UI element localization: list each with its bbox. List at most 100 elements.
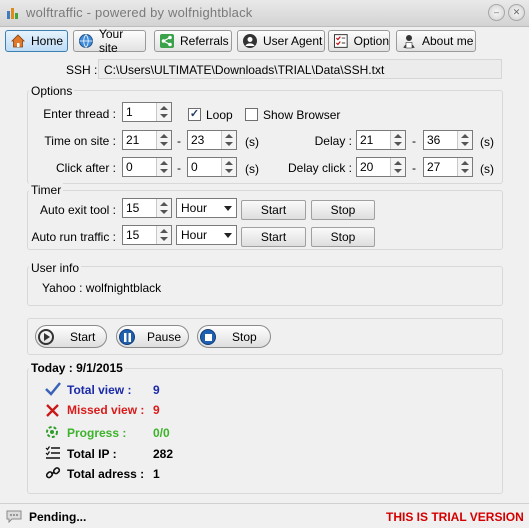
loop-label: Loop — [206, 108, 233, 122]
unit-seconds: (s) — [245, 162, 259, 176]
tab-your-site[interactable]: Your site — [73, 27, 146, 55]
spinner-arrows-icon[interactable] — [156, 158, 171, 176]
show-browser-label: Show Browser — [263, 108, 341, 122]
delay-click-min-spinner[interactable]: 20 — [356, 157, 406, 177]
auto-run-start-button[interactable]: Start — [241, 227, 306, 247]
show-browser-checkbox[interactable] — [245, 108, 258, 121]
spinner-arrows-icon[interactable] — [156, 103, 171, 121]
delay-max-value: 36 — [427, 133, 441, 147]
click-after-min-value: 0 — [126, 160, 133, 174]
total-adress-value: 1 — [153, 467, 160, 481]
total-ip-label: Total IP : — [67, 447, 117, 461]
pause-button[interactable]: Pause — [116, 325, 189, 348]
spinner-arrows-icon[interactable] — [156, 226, 171, 244]
auto-exit-value: 15 — [126, 201, 140, 215]
spinner-arrows-icon[interactable] — [221, 131, 236, 149]
cross-icon — [46, 404, 59, 417]
share-icon — [160, 34, 174, 48]
delay-click-label: Delay click : — [287, 161, 352, 175]
auto-run-label: Auto run traffic : — [31, 230, 117, 244]
total-adress-label: Total adress : — [67, 467, 145, 481]
total-view-label: Total view : — [67, 383, 132, 397]
unit-seconds: (s) — [245, 135, 259, 149]
tab-referrals-label: Referrals — [180, 34, 229, 48]
range-dash: - — [177, 161, 181, 175]
missed-view-label: Missed view : — [67, 403, 145, 417]
spinner-arrows-icon[interactable] — [156, 199, 171, 217]
auto-exit-unit-select[interactable]: Hour — [176, 198, 237, 218]
close-button[interactable]: ✕ — [508, 4, 525, 21]
delay-min-spinner[interactable]: 21 — [356, 130, 406, 150]
auto-exit-start-button[interactable]: Start — [241, 200, 306, 220]
auto-exit-unit-value: Hour — [181, 201, 208, 215]
spinner-arrows-icon[interactable] — [457, 158, 472, 176]
time-on-site-min-spinner[interactable]: 21 — [122, 130, 172, 150]
time-on-site-min-value: 21 — [126, 133, 140, 147]
stop-button-label: Stop — [232, 329, 257, 344]
range-dash: - — [177, 134, 181, 148]
range-dash: - — [412, 134, 416, 148]
ssh-label: SSH : — [66, 63, 98, 77]
spinner-arrows-icon[interactable] — [390, 131, 405, 149]
start-button[interactable]: Start — [35, 325, 107, 348]
tab-home-label: Home — [31, 34, 64, 48]
unit-seconds: (s) — [480, 135, 494, 149]
trial-version-label: THIS IS TRIAL VERSION — [386, 510, 524, 524]
click-after-max-value: 0 — [191, 160, 198, 174]
unit-seconds: (s) — [480, 162, 494, 176]
loop-checkbox[interactable]: ✓ — [188, 108, 201, 121]
total-ip-value: 282 — [153, 447, 174, 461]
spinner-arrows-icon[interactable] — [457, 131, 472, 149]
list-icon — [45, 446, 60, 459]
click-after-max-spinner[interactable]: 0 — [187, 157, 237, 177]
auto-run-value: 15 — [126, 228, 140, 242]
spinner-arrows-icon[interactable] — [156, 131, 171, 149]
today-title: Today : 9/1/2015 — [29, 361, 125, 375]
delay-label: Delay : — [314, 134, 352, 148]
play-icon — [38, 328, 54, 345]
click-after-label: Click after : — [55, 161, 116, 175]
tab-option[interactable]: Option — [328, 30, 390, 52]
spinner-arrows-icon[interactable] — [221, 158, 236, 176]
user-info-title: User info — [29, 261, 82, 275]
auto-exit-label: Auto exit tool : — [39, 203, 116, 217]
auto-exit-stop-button[interactable]: Stop — [311, 200, 375, 220]
enter-thread-value: 1 — [126, 105, 133, 119]
delay-click-min-value: 20 — [360, 160, 374, 174]
enter-thread-spinner[interactable]: 1 — [122, 102, 172, 122]
auto-exit-spinner[interactable]: 15 — [122, 198, 172, 218]
stop-button[interactable]: Stop — [197, 325, 271, 348]
ssh-path-field[interactable]: C:\Users\ULTIMATE\Downloads\TRIAL\Data\S… — [98, 59, 502, 79]
stop-icon — [200, 328, 216, 345]
tab-user-agent[interactable]: User Agent — [237, 30, 325, 52]
delay-max-spinner[interactable]: 36 — [423, 130, 473, 150]
tab-about-me[interactable]: About me — [396, 30, 476, 52]
progress-label: Progress : — [67, 426, 127, 440]
time-on-site-label: Time on site : — [44, 134, 116, 148]
app-logo-icon — [7, 8, 18, 19]
delay-click-max-value: 27 — [427, 160, 441, 174]
person-icon — [403, 35, 415, 49]
progress-value: 0/0 — [153, 426, 170, 440]
progress-icon — [46, 426, 58, 438]
chevron-down-icon — [224, 206, 232, 211]
tab-referrals[interactable]: Referrals — [154, 30, 232, 52]
spinner-arrows-icon[interactable] — [390, 158, 405, 176]
status-text: Pending... — [29, 510, 87, 524]
click-after-min-spinner[interactable]: 0 — [122, 157, 172, 177]
checkmark-icon — [45, 382, 61, 396]
auto-run-unit-value: Hour — [181, 228, 208, 242]
delay-click-max-spinner[interactable]: 27 — [423, 157, 473, 177]
title-bar: wolftraffic - powered by wolfnightblack … — [0, 0, 529, 27]
options-title: Options — [29, 84, 75, 98]
minimize-button[interactable]: – — [488, 4, 505, 21]
user-agent-icon — [243, 34, 257, 48]
time-on-site-max-value: 23 — [191, 133, 205, 147]
start-button-label: Start — [70, 329, 96, 344]
auto-run-spinner[interactable]: 15 — [122, 225, 172, 245]
auto-run-stop-button[interactable]: Stop — [311, 227, 375, 247]
auto-run-unit-select[interactable]: Hour — [176, 225, 237, 245]
option-icon — [333, 34, 348, 48]
tab-home[interactable]: Home — [5, 30, 68, 52]
time-on-site-max-spinner[interactable]: 23 — [187, 130, 237, 150]
